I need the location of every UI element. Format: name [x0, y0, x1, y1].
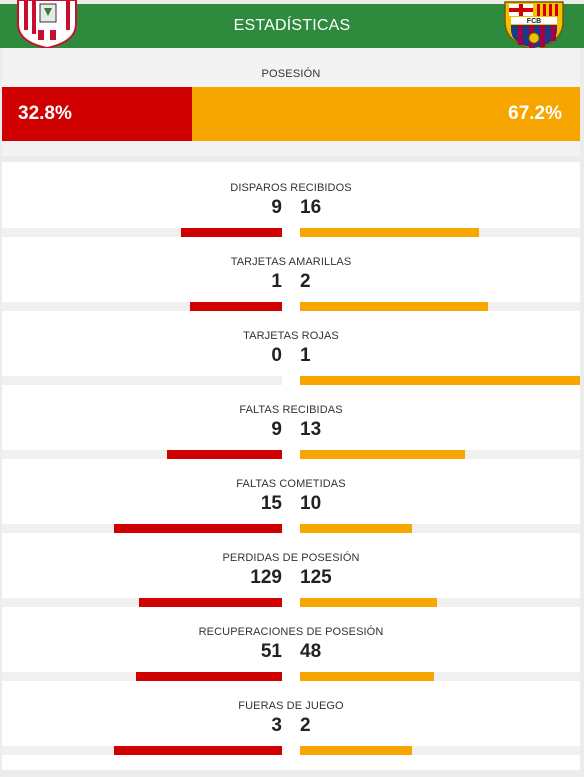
- stat-away-value: 48: [300, 641, 322, 662]
- stat-label: TARJETAS AMARILLAS: [230, 256, 352, 268]
- stat-label: FALTAS RECIBIDAS: [239, 404, 343, 416]
- stat-home-value: 51: [260, 641, 282, 662]
- stat-home-value: 9: [271, 419, 282, 440]
- stat-label: PERDIDAS DE POSESIÓN: [222, 552, 360, 564]
- stat-away-value: 2: [300, 715, 311, 736]
- stat-away-value: 2: [300, 271, 311, 292]
- stat-row: FALTAS RECIBIDAS 9 13: [2, 384, 580, 459]
- possession-card: POSESIÓN 32.8% 67.2%: [2, 48, 580, 156]
- fc-barcelona-crest-icon: FCB: [504, 1, 564, 50]
- stat-row: TARJETAS ROJAS 0 1: [2, 310, 580, 385]
- stat-home-value: 129: [250, 567, 282, 588]
- possession-bar: 32.8% 67.2%: [2, 87, 580, 141]
- stat-home-value: 15: [260, 493, 282, 514]
- stat-home-bar: [114, 746, 282, 755]
- stat-label: TARJETAS ROJAS: [243, 330, 339, 342]
- stat-label: FALTAS COMETIDAS: [236, 478, 346, 490]
- possession-home-bar: 32.8%: [2, 87, 192, 141]
- stat-row: FALTAS COMETIDAS 15 10: [2, 458, 580, 533]
- stat-label: RECUPERACIONES DE POSESIÓN: [198, 626, 384, 638]
- possession-away-bar: 67.2%: [191, 87, 580, 141]
- possession-home-value: 32.8%: [18, 103, 72, 124]
- possession-label: POSESIÓN: [261, 68, 321, 80]
- athletic-club-crest-icon: [17, 0, 77, 48]
- stat-away-value: 10: [300, 493, 322, 514]
- stat-home-track: [2, 746, 282, 755]
- stat-row: FUERAS DE JUEGO 3 2: [2, 680, 580, 755]
- stat-away-value: 13: [300, 419, 322, 440]
- stat-label: FUERAS DE JUEGO: [238, 700, 344, 712]
- stat-row: TARJETAS AMARILLAS 1 2: [2, 236, 580, 311]
- header-title: ESTADÍSTICAS: [233, 17, 351, 34]
- stat-label: DISPAROS RECIBIDOS: [230, 182, 352, 194]
- stats-list: DISPAROS RECIBIDOS 9 16 TARJETAS AMARILL…: [2, 162, 580, 770]
- possession-away-value: 67.2%: [508, 103, 562, 124]
- stat-home-value: 0: [271, 345, 282, 366]
- stat-away-value: 16: [300, 197, 322, 218]
- stats-header: ESTADÍSTICAS: [0, 4, 584, 48]
- stat-away-value: 1: [300, 345, 311, 366]
- stat-away-track: [300, 746, 580, 755]
- crest-letters: FCB: [527, 18, 541, 25]
- stat-row: RECUPERACIONES DE POSESIÓN 51 48: [2, 606, 580, 681]
- stat-home-value: 1: [271, 271, 282, 292]
- stat-away-value: 125: [300, 567, 332, 588]
- stat-home-value: 3: [271, 715, 282, 736]
- stat-row: DISPAROS RECIBIDOS 9 16: [2, 162, 580, 237]
- stat-row: PERDIDAS DE POSESIÓN 129 125: [2, 532, 580, 607]
- stat-home-value: 9: [271, 197, 282, 218]
- stat-away-bar: [300, 746, 412, 755]
